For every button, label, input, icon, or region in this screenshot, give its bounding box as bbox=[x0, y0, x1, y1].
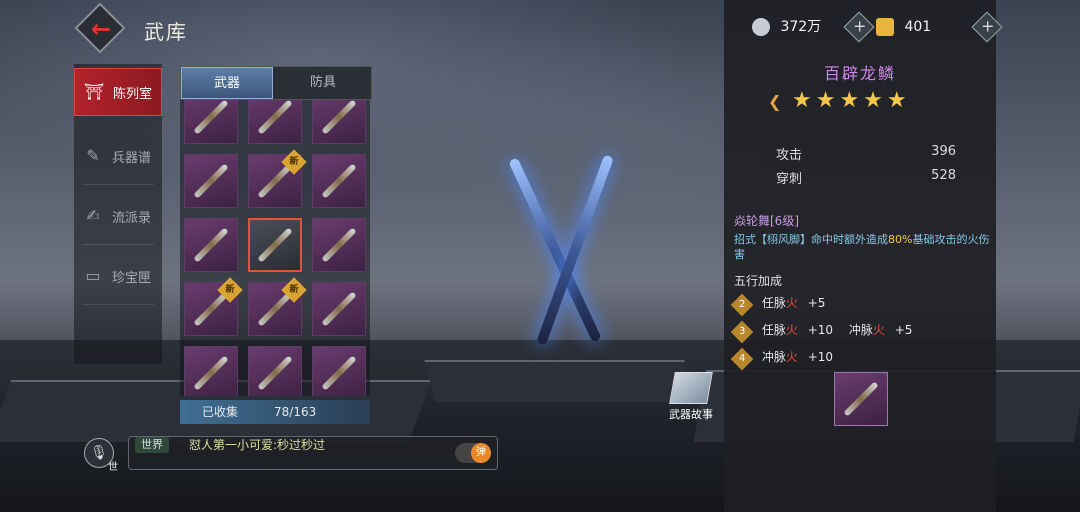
weapon-slot[interactable] bbox=[312, 282, 366, 336]
nav-divider bbox=[82, 184, 154, 185]
toggle-knob: 弹 bbox=[471, 443, 491, 463]
nav-item-display-room[interactable]: ⛩ 陈列室 bbox=[74, 68, 162, 116]
weapon-icon bbox=[843, 381, 879, 417]
tier-badge: 4 bbox=[730, 347, 754, 371]
weapon-icon bbox=[193, 163, 229, 199]
weapon-slot[interactable]: 新 bbox=[248, 149, 307, 208]
chevron-left-icon[interactable]: ❮ bbox=[768, 92, 781, 111]
nav-label: 流派录 bbox=[112, 210, 152, 226]
ingot-icon bbox=[876, 18, 894, 36]
weapon-icon bbox=[193, 227, 229, 263]
mic-channel-label: 世 bbox=[108, 462, 118, 473]
stat-pierce: 穿刺 528 bbox=[776, 168, 956, 187]
chat-channel: 世界 bbox=[135, 437, 169, 453]
collected-count: 78/163 bbox=[274, 405, 317, 419]
weapon-slot[interactable] bbox=[248, 100, 302, 144]
tab-weapons[interactable]: 武器 bbox=[181, 67, 273, 99]
element-bonus-row: 4 冲脉火 +10 bbox=[730, 347, 833, 371]
nav-item-school-records[interactable]: ✍ 流派录 bbox=[74, 192, 162, 240]
stat-attack: 攻击 396 bbox=[776, 144, 956, 163]
new-badge: 新 bbox=[281, 149, 307, 175]
gold-amount: 401 bbox=[904, 19, 932, 35]
book-icon: ✍ bbox=[86, 206, 100, 225]
nav-item-treasure-chest[interactable]: ▭ 珍宝匣 bbox=[74, 252, 162, 300]
weapon-detail-panel: 372万 + 401 + 百辟龙鳞 ❮ ★★★★★ 攻击 396 穿刺 528 … bbox=[724, 0, 1003, 512]
weapon-3d-model[interactable] bbox=[508, 150, 614, 360]
tab-armor[interactable]: 防具 bbox=[277, 67, 369, 99]
nav-label: 珍宝匣 bbox=[112, 270, 152, 286]
plus-icon: + bbox=[981, 16, 995, 36]
weapon-slot[interactable] bbox=[312, 154, 366, 208]
weapon-icon bbox=[321, 163, 357, 199]
scroll-icon bbox=[669, 372, 713, 404]
chat-bar[interactable]: 世界 怼人第一小可爱:秒过秒过 弹 bbox=[128, 436, 498, 470]
weapon-icon bbox=[321, 227, 357, 263]
weapon-icon bbox=[193, 100, 229, 135]
plus-icon: + bbox=[853, 16, 867, 36]
collected-label: 已收集 bbox=[202, 405, 239, 419]
gate-icon: ⛩ bbox=[83, 82, 105, 101]
nav-divider bbox=[82, 304, 154, 305]
weapon-slot[interactable]: 新 bbox=[248, 277, 307, 336]
nav-item-weapon-list[interactable]: ✎ 兵器谱 bbox=[74, 132, 162, 180]
weapon-name: 百辟龙鳞 bbox=[823, 64, 896, 83]
back-arrow-icon[interactable]: ← bbox=[86, 14, 116, 44]
stat-value: 528 bbox=[931, 168, 956, 183]
gold-currency: 401 bbox=[876, 14, 931, 40]
weapon-slot[interactable] bbox=[312, 100, 366, 144]
weapon-slot[interactable] bbox=[184, 100, 238, 144]
weapon-grid: 新 新 新 bbox=[180, 100, 370, 396]
elements-title: 五行加成 bbox=[734, 274, 783, 288]
stat-value: 396 bbox=[931, 144, 956, 159]
add-silver-button[interactable]: + bbox=[843, 11, 875, 43]
element-bonus-row: 3 任脉火 +10 冲脉火 +5 bbox=[730, 320, 912, 344]
skill-name: 焱轮舞[6级] bbox=[734, 214, 799, 228]
equipment-tabs: 武器 防具 bbox=[180, 66, 372, 100]
tier-badge: 2 bbox=[730, 293, 754, 317]
nav-label: 陈列室 bbox=[113, 86, 153, 102]
floor-slab bbox=[424, 360, 696, 402]
weapon-icon bbox=[257, 100, 293, 135]
page-title: 武库 bbox=[144, 20, 188, 44]
collection-progress: 已收集 78/163 bbox=[180, 400, 370, 424]
stat-label: 穿刺 bbox=[776, 172, 803, 187]
weapon-story-button[interactable]: 武器故事 bbox=[666, 372, 716, 421]
weapon-slot-selected[interactable] bbox=[248, 218, 302, 272]
weapon-icon bbox=[321, 100, 357, 135]
weapon-icon bbox=[257, 355, 293, 391]
weapon-icon bbox=[321, 355, 357, 391]
chest-icon: ▭ bbox=[85, 266, 101, 285]
barrage-toggle[interactable]: 弹 bbox=[455, 443, 491, 463]
silver-amount: 372万 bbox=[780, 19, 822, 35]
element-bonus-row: 2 任脉火 +5 bbox=[730, 293, 825, 317]
new-badge: 新 bbox=[281, 277, 307, 303]
silver-currency: 372万 bbox=[752, 14, 821, 40]
gem-slot[interactable] bbox=[834, 372, 888, 426]
weapon-icon bbox=[193, 355, 229, 391]
tier-badge: 3 bbox=[730, 320, 754, 344]
weapon-slot[interactable] bbox=[312, 218, 366, 272]
weapon-slot[interactable]: 新 bbox=[184, 277, 243, 336]
chat-message: 怼人第一小可爱:秒过秒过 bbox=[189, 438, 326, 452]
weapon-icon bbox=[321, 291, 357, 327]
weapon-slot[interactable] bbox=[184, 218, 238, 272]
weapon-slot[interactable] bbox=[184, 154, 238, 208]
stat-label: 攻击 bbox=[776, 148, 803, 163]
nav-label: 兵器谱 bbox=[112, 150, 152, 166]
scroll-icon: ✎ bbox=[86, 146, 100, 165]
side-nav: ⛩ 陈列室 ✎ 兵器谱 ✍ 流派录 ▭ 珍宝匣 bbox=[74, 64, 162, 364]
weapon-blade bbox=[536, 154, 614, 346]
nav-divider bbox=[82, 244, 154, 245]
new-badge: 新 bbox=[217, 277, 243, 303]
weapon-slot[interactable] bbox=[184, 346, 238, 396]
weapon-slot[interactable] bbox=[312, 346, 366, 396]
story-label: 武器故事 bbox=[669, 408, 713, 421]
skill-description: 招式【栩风脚】命中时额外造成80%基础攻击的火伤害 bbox=[734, 233, 990, 261]
star-rating: ★★★★★ bbox=[792, 88, 911, 113]
coin-icon bbox=[752, 18, 770, 36]
weapon-slot[interactable] bbox=[248, 346, 302, 396]
weapon-icon bbox=[257, 227, 293, 263]
